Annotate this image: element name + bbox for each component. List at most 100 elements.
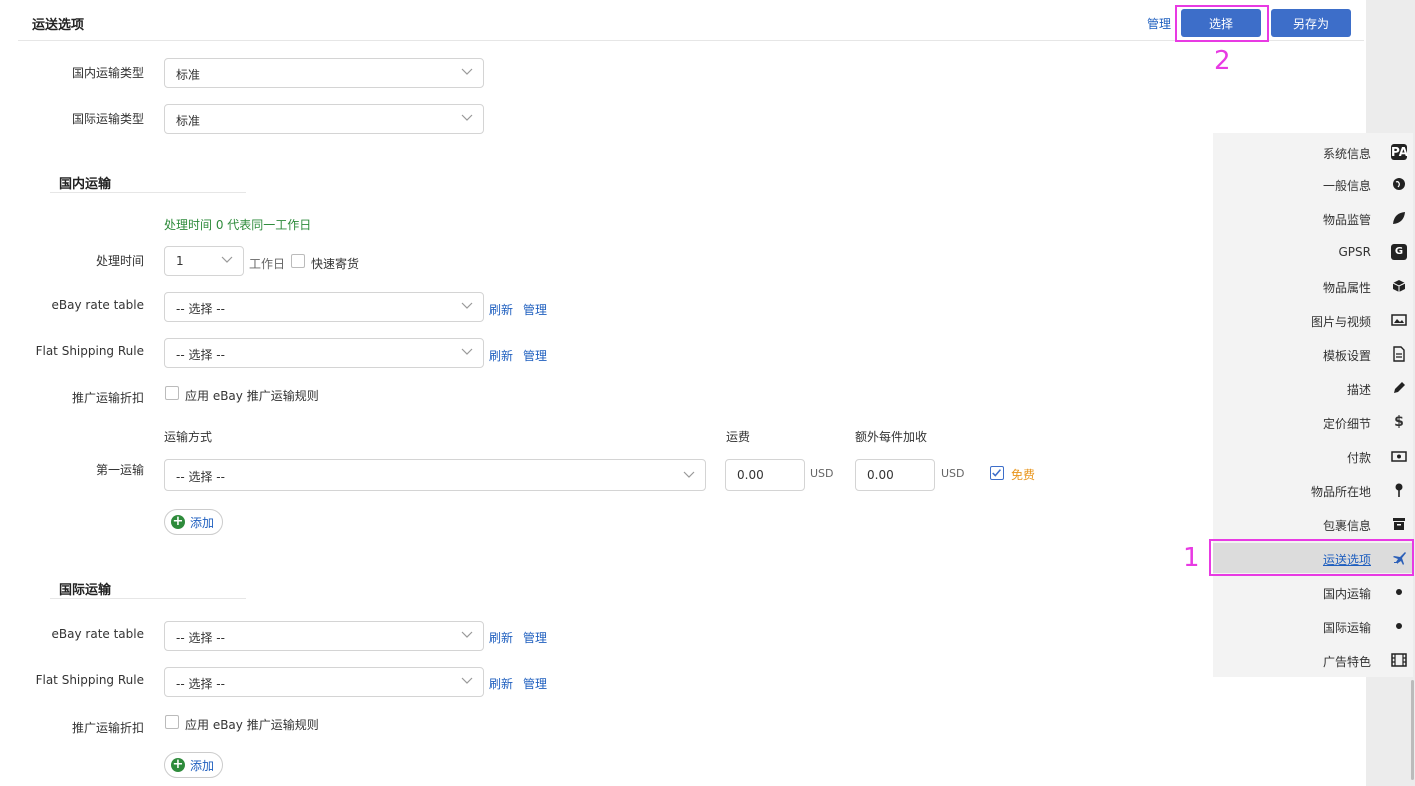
chevron-down-icon xyxy=(461,302,473,309)
dot-icon xyxy=(1396,623,1402,629)
intl-rate-table-select[interactable]: -- 选择 -- xyxy=(164,621,484,651)
nav-item-payment[interactable]: 付款 xyxy=(1213,441,1413,471)
chevron-down-icon xyxy=(461,114,473,121)
cube-icon xyxy=(1392,280,1406,292)
shipping-fee-value: 0.00 xyxy=(737,468,764,482)
dom-flat-manage-link[interactable]: 管理 xyxy=(523,347,547,364)
nav-label: 国际运输 xyxy=(1322,621,1371,635)
nav-label: 广告特色 xyxy=(1322,655,1371,669)
nav-item-images-video[interactable]: 图片与视频 xyxy=(1213,305,1413,335)
dom-add-label: 添加 xyxy=(190,515,215,530)
nav-label: 描述 xyxy=(1346,383,1371,397)
globe-icon xyxy=(1393,178,1405,190)
annotation-box-1 xyxy=(1209,539,1414,576)
intl-flat-manage-link[interactable]: 管理 xyxy=(523,675,547,692)
dom-flat-rule-value: -- 选择 -- xyxy=(176,348,225,362)
dom-flat-refresh-link[interactable]: 刷新 xyxy=(489,347,513,364)
intl-promo-checkbox-label: 应用 eBay 推广运输规则 xyxy=(185,718,319,732)
nav-item-ad-features[interactable]: 广告特色 xyxy=(1213,645,1413,675)
intl-section-title: 国际运输 xyxy=(59,583,112,598)
nav-label: 国内运输 xyxy=(1322,587,1371,601)
archive-icon xyxy=(1393,518,1405,530)
intl-rate-table-value: -- 选择 -- xyxy=(176,631,225,645)
nav-item-attributes[interactable]: 物品属性 xyxy=(1213,271,1413,301)
shipping-fee-input[interactable]: 0.00 xyxy=(725,459,805,491)
nav-item-package[interactable]: 包裹信息 xyxy=(1213,509,1413,539)
title-divider xyxy=(18,40,1364,41)
page-title: 运送选项 xyxy=(32,18,85,33)
nav-item-gpsr[interactable]: GPSR G xyxy=(1213,237,1413,267)
intl-promo-checkbox[interactable] xyxy=(165,715,179,729)
nav-label: 付款 xyxy=(1346,451,1371,465)
nav-label: 定价细节 xyxy=(1322,417,1371,431)
nav-item-system-info[interactable]: 系统信息 PA xyxy=(1213,137,1413,167)
nav-label: 物品属性 xyxy=(1322,281,1371,295)
nav-item-general-info[interactable]: 一般信息 xyxy=(1213,169,1413,199)
nav-label: 图片与视频 xyxy=(1310,315,1371,329)
nav-label: 系统信息 xyxy=(1322,147,1371,161)
section-divider xyxy=(50,192,246,193)
nav-label: 模板设置 xyxy=(1322,349,1371,363)
pin-icon xyxy=(1395,483,1403,497)
express-label: 快速寄货 xyxy=(311,257,360,271)
chevron-down-icon xyxy=(461,348,473,355)
first-shipping-label: 第一运输 xyxy=(95,463,144,477)
shipping-method-value: -- 选择 -- xyxy=(176,470,225,484)
handling-time-select[interactable]: 1 xyxy=(164,246,244,276)
dom-rate-table-select[interactable]: -- 选择 -- xyxy=(164,292,484,322)
manage-link[interactable]: 管理 xyxy=(1147,15,1171,32)
annotation-number-1: 1 xyxy=(1183,543,1200,573)
nav-item-template[interactable]: 模板设置 xyxy=(1213,339,1413,369)
document-icon xyxy=(1393,346,1405,362)
domestic-type-label: 国内运输类型 xyxy=(71,66,144,80)
dom-promo-checkbox[interactable] xyxy=(165,386,179,400)
dom-rate-refresh-link[interactable]: 刷新 xyxy=(489,301,513,318)
leaf-icon xyxy=(1393,212,1405,224)
intl-add-button[interactable]: + 添加 xyxy=(164,752,224,778)
nav-item-description[interactable]: 描述 xyxy=(1213,373,1413,403)
intl-promo-label: 推广运输折扣 xyxy=(71,721,144,735)
nav-item-domestic[interactable]: 国内运输 xyxy=(1213,577,1413,607)
dom-flat-rule-select[interactable]: -- 选择 -- xyxy=(164,338,484,368)
intl-rate-manage-link[interactable]: 管理 xyxy=(523,629,547,646)
section-nav: 系统信息 PA 一般信息 物品监管 GPSR G 物品属性 图片与视频 模板设置… xyxy=(1213,133,1413,677)
nav-item-pricing[interactable]: 定价细节 $ xyxy=(1213,407,1413,437)
shipping-options-panel: 运送选项 管理 选择 另存为 国内运输类型 标准 国际运输类型 标准 国内运输 … xyxy=(0,0,1366,786)
fee-currency: USD xyxy=(810,467,834,480)
nav-label: 物品监管 xyxy=(1322,213,1371,227)
domestic-type-select[interactable]: 标准 xyxy=(164,58,484,88)
handling-hint: 处理时间 0 代表同一工作日 xyxy=(164,218,312,232)
nav-item-regulation[interactable]: 物品监管 xyxy=(1213,203,1413,233)
free-checkbox[interactable] xyxy=(990,466,1004,480)
scrollbar-thumb[interactable] xyxy=(1411,680,1414,780)
free-label: 免费 xyxy=(1011,468,1036,482)
pencil-icon xyxy=(1394,382,1405,393)
extra-fee-input[interactable]: 0.00 xyxy=(855,459,935,491)
chevron-down-icon xyxy=(461,631,473,638)
g-badge-icon: G xyxy=(1391,244,1407,260)
dom-flat-rule-label: Flat Shipping Rule xyxy=(35,344,144,358)
intl-flat-rule-label: Flat Shipping Rule xyxy=(35,673,144,687)
express-checkbox[interactable] xyxy=(291,254,305,268)
col-extra-header: 额外每件加收 xyxy=(855,430,928,444)
handling-time-label: 处理时间 xyxy=(95,254,144,268)
nav-label: 包裹信息 xyxy=(1322,519,1371,533)
dom-rate-manage-link[interactable]: 管理 xyxy=(523,301,547,318)
dom-promo-label: 推广运输折扣 xyxy=(71,391,144,405)
dom-add-button[interactable]: + 添加 xyxy=(164,509,224,535)
money-icon xyxy=(1391,451,1407,462)
nav-label: GPSR xyxy=(1338,245,1372,259)
film-icon xyxy=(1391,653,1407,667)
intl-flat-refresh-link[interactable]: 刷新 xyxy=(489,675,513,692)
intl-type-select[interactable]: 标准 xyxy=(164,104,484,134)
col-method-header: 运输方式 xyxy=(164,430,213,444)
save-as-button[interactable]: 另存为 xyxy=(1271,9,1351,37)
nav-item-international[interactable]: 国际运输 xyxy=(1213,611,1413,641)
intl-flat-rule-select[interactable]: -- 选择 -- xyxy=(164,667,484,697)
extra-currency: USD xyxy=(941,467,965,480)
intl-rate-refresh-link[interactable]: 刷新 xyxy=(489,629,513,646)
dollar-icon: $ xyxy=(1394,414,1404,430)
nav-item-location[interactable]: 物品所在地 xyxy=(1213,475,1413,505)
shipping-method-select[interactable]: -- 选择 -- xyxy=(164,459,706,491)
nav-label: 物品所在地 xyxy=(1310,485,1371,499)
